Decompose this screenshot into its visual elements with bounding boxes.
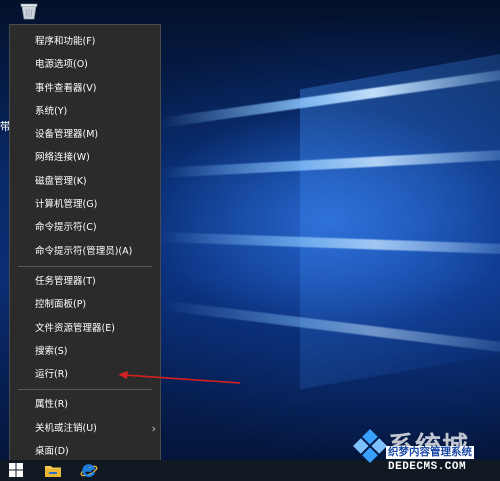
red-arrow-annotation — [118, 371, 241, 384]
menu-item[interactable]: 命令提示符(管理员)(A) — [10, 240, 160, 263]
menu-item-label: 电源选项(O) — [35, 59, 88, 71]
watermark: 系统城 织梦内容管理系统 DEDECMS.COM — [348, 424, 500, 481]
menu-item[interactable]: 任务管理器(T) — [10, 270, 160, 293]
menu-item[interactable]: 属性(R) — [10, 393, 160, 416]
recycle-bin-icon[interactable] — [18, 2, 40, 20]
menu-item-label: 设备管理器(M) — [35, 129, 99, 141]
menu-item-label: 程序和功能(F) — [35, 36, 96, 47]
watermark-subtitle: 织梦内容管理系统 — [386, 446, 474, 459]
menu-item[interactable]: 文件资源管理器(E) — [10, 317, 160, 340]
menu-item-label: 命令提示符(管理员)(A) — [35, 245, 133, 257]
menu-item-label: 关机或注销(U) — [35, 422, 97, 434]
winx-context-menu: 程序和功能(F) 电源选项(O) 事件查看器(V) 系统(Y) 设备管理器(M) 网络连接… — [9, 24, 161, 462]
menu-item[interactable]: 程序和功能(F) — [10, 30, 160, 53]
menu-item[interactable]: 网络连接(W) — [10, 146, 160, 169]
menu-item-label: 搜索(S) — [35, 345, 68, 357]
windows-logo-watermark-icon — [353, 429, 387, 463]
menu-item-label: 命令提示符(C) — [35, 222, 97, 234]
menu-separator — [18, 265, 152, 267]
menu-item[interactable]: 控制面板(P) — [10, 293, 160, 316]
menu-item-label: 网络连接(W) — [35, 152, 90, 164]
menu-item[interactable]: 计算机管理(G) — [10, 193, 160, 216]
menu-item[interactable]: 磁盘管理(K) — [10, 170, 160, 193]
file-explorer-icon[interactable] — [44, 462, 62, 478]
menu-item-label: 计算机管理(G) — [35, 199, 98, 211]
menu-item[interactable]: 设备管理器(M) — [10, 123, 160, 146]
windows-start-icon[interactable] — [8, 462, 24, 478]
menu-item-label: 运行(R) — [35, 369, 69, 381]
menu-item-label: 桌面(D) — [35, 446, 69, 458]
menu-item[interactable]: 搜索(S) — [10, 340, 160, 363]
menu-item-label: 任务管理器(T) — [35, 275, 96, 287]
menu-item-label: 磁盘管理(K) — [35, 175, 87, 187]
menu-item[interactable]: 命令提示符(C) — [10, 216, 160, 239]
menu-item[interactable]: 电源选项(O) — [10, 53, 160, 76]
menu-item-label: 文件资源管理器(E) — [35, 322, 115, 334]
menu-item-label: 事件查看器(V) — [35, 82, 97, 94]
internet-explorer-icon[interactable] — [80, 461, 98, 479]
menu-item[interactable]: 系统(Y) — [10, 100, 160, 123]
chevron-right-icon: › — [151, 421, 156, 435]
menu-item-label: 控制面板(P) — [35, 299, 87, 311]
watermark-url: DEDECMS.COM — [388, 461, 467, 473]
menu-item[interactable]: 事件查看器(V) — [10, 77, 160, 100]
menu-item-label: 属性(R) — [35, 399, 69, 411]
menu-item[interactable]: 关机或注销(U) › — [10, 417, 160, 440]
menu-item-label: 系统(Y) — [35, 105, 68, 117]
